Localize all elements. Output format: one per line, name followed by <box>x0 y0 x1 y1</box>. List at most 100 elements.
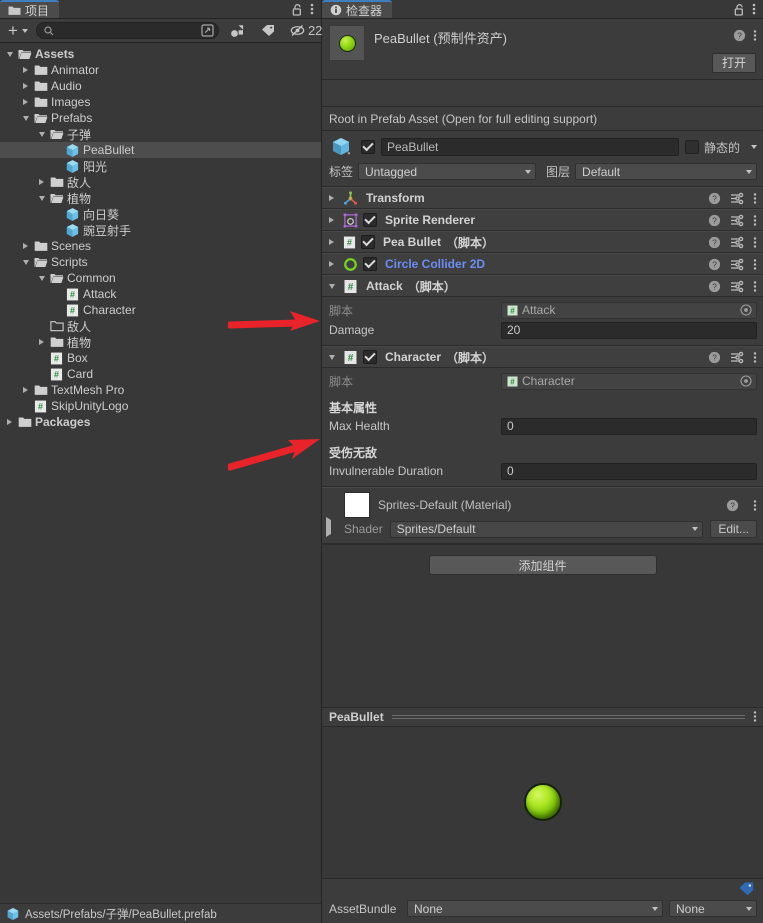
foldout-expanded-icon[interactable] <box>35 131 48 137</box>
project-tree[interactable]: Assets Animator Audio Images Prefabs 子弹 PeaBul… <box>0 43 321 903</box>
max-health-input[interactable]: 0 <box>501 417 757 435</box>
gameobject-name-input[interactable] <box>381 138 679 156</box>
kebab-menu-icon[interactable] <box>753 214 757 227</box>
foldout-collapsed-icon[interactable] <box>19 99 32 105</box>
tree-item[interactable]: # Character <box>0 302 321 318</box>
tree-item[interactable]: Prefabs <box>0 110 321 126</box>
tree-item[interactable]: Scripts <box>0 254 321 270</box>
kebab-menu-icon[interactable] <box>753 236 757 249</box>
foldout-collapsed-icon[interactable] <box>35 339 48 345</box>
help-icon[interactable]: ? <box>708 214 721 227</box>
component-settings-icon[interactable] <box>730 214 744 227</box>
component-settings-icon[interactable] <box>730 258 744 271</box>
tree-item[interactable]: 敌人 <box>0 318 321 334</box>
foldout-expanded-icon[interactable] <box>35 275 48 281</box>
damage-input[interactable]: 20 <box>501 321 757 339</box>
component-header-transform[interactable]: Transform? <box>322 187 763 209</box>
filter-by-label-icon[interactable] <box>255 19 282 42</box>
component-header-pea-bullet[interactable]: # Pea Bullet （脚本）? <box>322 231 763 253</box>
lock-open-icon[interactable] <box>292 3 303 16</box>
tree-item[interactable]: # Card <box>0 366 321 382</box>
tree-item[interactable]: 向日葵 <box>0 206 321 222</box>
kebab-menu-icon[interactable] <box>310 2 314 16</box>
tree-item[interactable]: 植物 <box>0 334 321 350</box>
help-icon[interactable]: ? <box>708 192 721 205</box>
foldout-expanded-icon[interactable] <box>35 195 48 201</box>
kebab-menu-icon[interactable] <box>753 280 757 293</box>
kebab-menu-icon[interactable] <box>753 192 757 205</box>
filter-by-type-icon[interactable] <box>224 19 253 42</box>
tree-item[interactable]: Audio <box>0 78 321 94</box>
kebab-menu-icon[interactable] <box>752 2 756 16</box>
tree-item[interactable]: Scenes <box>0 238 321 254</box>
component-settings-icon[interactable] <box>730 192 744 205</box>
lock-open-icon[interactable] <box>734 3 745 16</box>
tree-item[interactable]: 植物 <box>0 190 321 206</box>
tree-item[interactable]: 阳光 <box>0 158 321 174</box>
help-icon[interactable]: ? <box>726 499 739 512</box>
open-prefab-button[interactable]: 打开 <box>711 53 756 73</box>
component-settings-icon[interactable] <box>730 236 744 249</box>
foldout-collapsed-icon[interactable] <box>325 239 338 245</box>
help-icon[interactable]: ? <box>708 236 721 249</box>
tree-item[interactable]: 子弹 <box>0 126 321 142</box>
kebab-menu-icon[interactable] <box>753 499 757 512</box>
tree-item[interactable]: PeaBullet <box>0 142 321 158</box>
foldout-collapsed-icon[interactable] <box>325 261 338 267</box>
assetbundle-variant-dropdown[interactable]: None <box>669 900 757 917</box>
create-asset-button[interactable]: + <box>2 19 35 42</box>
tree-item[interactable]: Images <box>0 94 321 110</box>
save-search-icon[interactable] <box>201 24 216 37</box>
character-enabled-checkbox[interactable] <box>363 350 377 364</box>
tree-item[interactable]: Packages <box>0 414 321 430</box>
asset-label-icon[interactable] <box>738 881 755 896</box>
help-icon[interactable]: ? <box>708 258 721 271</box>
foldout-collapsed-icon[interactable] <box>35 179 48 185</box>
tree-item[interactable]: Common <box>0 270 321 286</box>
gameobject-enabled-checkbox[interactable] <box>361 140 375 154</box>
tag-dropdown[interactable]: Untagged <box>358 163 537 180</box>
component-header-attack[interactable]: # Attack （脚本） ? <box>322 275 763 297</box>
foldout-collapsed-icon[interactable] <box>325 217 338 223</box>
search-input[interactable] <box>53 24 201 37</box>
tree-item[interactable]: # Attack <box>0 286 321 302</box>
search-box[interactable] <box>35 22 219 39</box>
shader-dropdown[interactable]: Sprites/Default <box>389 520 704 538</box>
component-header-circle-collider-2d[interactable]: Circle Collider 2D? <box>322 253 763 275</box>
component-enabled-checkbox[interactable] <box>363 257 377 271</box>
character-script-field[interactable]: # Character <box>501 372 757 390</box>
add-component-button[interactable]: 添加组件 <box>428 555 657 575</box>
foldout-expanded-icon[interactable] <box>3 51 16 57</box>
static-dropdown-chevron-icon[interactable] <box>751 145 757 149</box>
component-enabled-checkbox[interactable] <box>363 213 377 227</box>
help-icon[interactable]: ? <box>708 351 721 364</box>
kebab-menu-icon[interactable] <box>753 258 757 271</box>
foldout-collapsed-icon[interactable] <box>19 83 32 89</box>
foldout-collapsed-icon[interactable] <box>3 419 16 425</box>
component-header-character[interactable]: # Character （脚本） ? <box>322 346 763 368</box>
layer-dropdown[interactable]: Default <box>575 163 757 180</box>
tree-item[interactable]: 敌人 <box>0 174 321 190</box>
object-picker-icon[interactable] <box>740 375 752 387</box>
assetbundle-dropdown[interactable]: None <box>407 900 663 917</box>
foldout-expanded-icon[interactable] <box>19 259 32 265</box>
kebab-menu-icon[interactable] <box>753 351 757 364</box>
static-checkbox[interactable] <box>684 140 699 154</box>
help-icon[interactable]: ? <box>733 29 746 42</box>
foldout-expanded-icon[interactable] <box>325 354 338 360</box>
component-header-sprite-renderer[interactable]: Sprite Renderer? <box>322 209 763 231</box>
tab-project[interactable]: 项目 <box>0 0 60 18</box>
edit-shader-button[interactable]: Edit... <box>710 520 757 538</box>
foldout-expanded-icon[interactable] <box>325 283 338 289</box>
foldout-collapsed-icon[interactable] <box>19 387 32 393</box>
component-settings-icon[interactable] <box>730 280 744 293</box>
object-picker-icon[interactable] <box>740 304 752 316</box>
foldout-collapsed-icon[interactable] <box>19 67 32 73</box>
kebab-menu-icon[interactable] <box>753 29 757 42</box>
tree-item[interactable]: 豌豆射手 <box>0 222 321 238</box>
tree-item[interactable]: Assets <box>0 46 321 62</box>
tree-item[interactable]: # Box <box>0 350 321 366</box>
help-icon[interactable]: ? <box>708 280 721 293</box>
foldout-collapsed-icon[interactable] <box>325 195 338 201</box>
foldout-expanded-icon[interactable] <box>19 115 32 121</box>
